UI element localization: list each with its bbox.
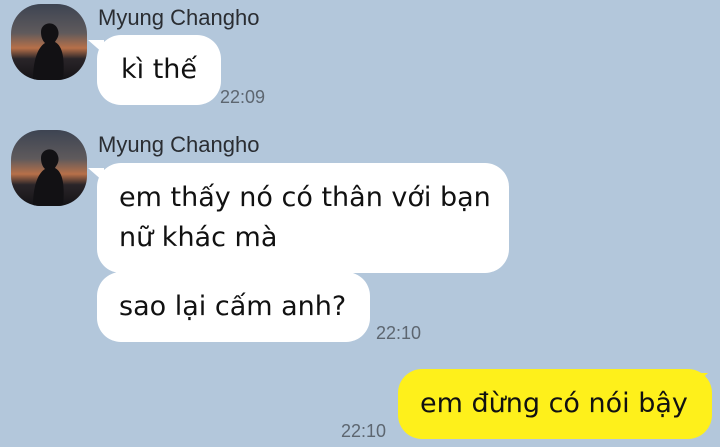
message-text: em đừng có nói bậy bbox=[420, 388, 688, 419]
message-time: 22:10 bbox=[376, 323, 422, 343]
message-text-line: nữ khác mà bbox=[119, 222, 278, 253]
avatar-photo-icon bbox=[33, 23, 64, 80]
message-time: 22:09 bbox=[220, 87, 266, 107]
avatar[interactable] bbox=[11, 4, 87, 80]
avatar[interactable] bbox=[11, 130, 87, 206]
sender-name: Myung Changho bbox=[98, 5, 260, 30]
bubble-tail bbox=[692, 373, 708, 387]
message-time: 22:10 bbox=[341, 421, 387, 441]
avatar-photo-icon bbox=[33, 149, 64, 206]
message-bubble[interactable]: em thấy nó có thân với bạn nữ khác mà bbox=[97, 163, 509, 273]
message-bubble[interactable]: kì thế bbox=[97, 35, 222, 105]
message-bubble[interactable]: sao lại cấm anh? bbox=[97, 272, 371, 342]
message-text-line: em thấy nó có thân với bạn bbox=[119, 182, 491, 213]
message-text: sao lại cấm anh? bbox=[119, 291, 347, 322]
sender-name: Myung Changho bbox=[98, 132, 260, 157]
message-text: kì thế bbox=[121, 54, 198, 85]
own-message-bubble[interactable]: em đừng có nói bậy bbox=[398, 369, 712, 439]
